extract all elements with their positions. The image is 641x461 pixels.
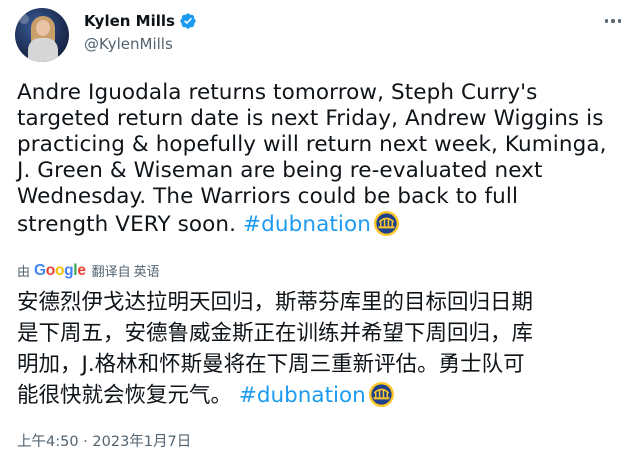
- tweet-line: Andre Iguodala returns tomorrow, Steph C…: [17, 80, 538, 105]
- google-logo[interactable]: Google: [34, 262, 86, 280]
- avatar[interactable]: [15, 8, 69, 62]
- translated-last-line: 能很快就会恢复元气。 #dubnation: [17, 380, 632, 411]
- translated-hashtag-link[interactable]: #dubnation: [239, 383, 366, 408]
- translated-line: 是下周五，安德鲁威金斯正在训练并希望下周回归，库: [17, 321, 534, 346]
- tweet-card: Kylen Mills @KylenMills Andre Iguodala r…: [0, 0, 641, 461]
- avatar-background-light: [19, 14, 29, 24]
- tweet-line: practicing & hopefully will return next …: [17, 132, 607, 157]
- verified-badge-icon: [179, 12, 197, 30]
- source-language: 英语: [133, 265, 160, 280]
- author-display-name[interactable]: Kylen Mills: [84, 12, 175, 30]
- translated-line: 明加，J.格林和怀斯曼将在下周三重新评估。勇士队可: [17, 352, 525, 377]
- hashtag-link[interactable]: #dubnation: [243, 212, 371, 237]
- tweet-timestamp[interactable]: 上午4:50 · 2023年1月7日: [17, 430, 191, 451]
- author-name-row: Kylen Mills: [84, 12, 197, 30]
- tweet-line: J. Green & Wiseman are being re-evaluate…: [17, 158, 543, 183]
- translated-line: 安德烈伊戈达拉明天回归，斯蒂芬库里的目标回归日期: [17, 290, 534, 315]
- author-handle[interactable]: @KylenMills: [84, 35, 173, 53]
- avatar-body: [28, 38, 58, 62]
- tweet-last-line: strength VERY soon. #dubnation: [17, 210, 627, 238]
- tweet-line: Wednesday. The Warriors could be back to…: [17, 184, 519, 209]
- translated-by-label: 由: [17, 265, 31, 280]
- warriors-logo-icon: [373, 210, 400, 237]
- more-dots-icon[interactable]: [598, 10, 628, 32]
- translated-from-label: 翻译自: [91, 265, 131, 280]
- tweet-last-line-text: strength VERY soon.: [17, 212, 244, 237]
- avatar-face: [36, 20, 50, 36]
- tweet-text: Andre Iguodala returns tomorrow, Steph C…: [17, 80, 627, 238]
- translated-text: 安德烈伊戈达拉明天回归，斯蒂芬库里的目标回归日期 是下周五，安德鲁威金斯正在训练…: [17, 287, 632, 411]
- warriors-logo-icon: [368, 381, 395, 408]
- translated-last-line-text: 能很快就会恢复元气。: [17, 383, 239, 408]
- tweet-line: targeted return date is next Friday, And…: [17, 106, 604, 131]
- translation-attribution: 由 Google 翻译自 英语: [17, 261, 160, 281]
